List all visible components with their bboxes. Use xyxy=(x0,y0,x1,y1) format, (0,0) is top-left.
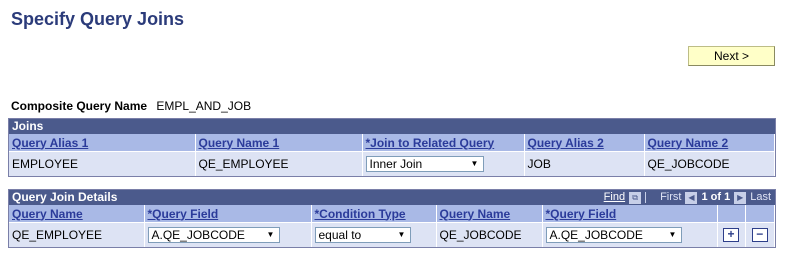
header-query-alias-1[interactable]: Query Alias 1 xyxy=(9,134,196,152)
arrow-right-icon[interactable]: ▶ xyxy=(734,191,747,204)
join-details-grid: Query Join Details Find ⧉ First ◀ 1 of 1… xyxy=(8,189,776,248)
row-count: 1 of 1 xyxy=(701,191,731,203)
header-query-field-2[interactable]: *Query Field xyxy=(542,205,718,223)
join-details-grid-title: Query Join Details Find ⧉ First ◀ 1 of 1… xyxy=(9,190,775,205)
nav-separator xyxy=(645,192,647,203)
header-remove xyxy=(745,205,775,223)
cell-name-2: QE_JOBCODE xyxy=(644,151,775,176)
query-field-1-value: A.QE_JOBCODE xyxy=(151,228,245,242)
joins-table: Query Alias 1 Query Name 1 *Join to Rela… xyxy=(9,134,775,176)
find-link[interactable]: Find xyxy=(604,190,625,205)
page-title: Specify Query Joins xyxy=(11,9,185,29)
next-button[interactable]: Next > xyxy=(688,46,775,66)
table-row: QE_EMPLOYEE A.QE_JOBCODE ▼ equal to ▼ QE… xyxy=(9,222,775,247)
chevron-down-icon: ▼ xyxy=(470,159,479,168)
header-query-name-2[interactable]: Query Name 2 xyxy=(644,134,775,152)
composite-query-name: Composite Query Name EMPL_AND_JOB xyxy=(11,99,251,113)
query-field-2-select[interactable]: A.QE_JOBCODE ▼ xyxy=(545,227,682,243)
cell-add: + xyxy=(717,222,746,247)
header-query-name-1[interactable]: Query Name 1 xyxy=(195,134,363,152)
first-label[interactable]: First xyxy=(660,190,681,205)
joins-grid: Joins Query Alias 1 Query Name 1 *Join t… xyxy=(8,118,776,177)
joins-header-row: Query Alias 1 Query Name 1 *Join to Rela… xyxy=(9,134,775,152)
cell-query-name-2: QE_JOBCODE xyxy=(436,222,543,247)
composite-query-value: EMPL_AND_JOB xyxy=(156,99,252,113)
view-all-icon[interactable]: ⧉ xyxy=(629,191,642,204)
grid-navigation: Find ⧉ First ◀ 1 of 1 ▶ Last xyxy=(604,190,771,205)
cell-query-field-2: A.QE_JOBCODE ▼ xyxy=(542,222,718,247)
header-query-alias-2[interactable]: Query Alias 2 xyxy=(524,134,645,152)
joins-grid-title: Joins xyxy=(9,119,775,134)
condition-type-value: equal to xyxy=(318,228,362,242)
composite-query-label: Composite Query Name xyxy=(11,99,148,113)
query-field-2-value: A.QE_JOBCODE xyxy=(549,228,643,242)
header-query-field[interactable]: *Query Field xyxy=(144,205,312,223)
cell-alias-1: EMPLOYEE xyxy=(9,151,196,176)
table-row: EMPLOYEE QE_EMPLOYEE Inner Join ▼ JOB QE… xyxy=(9,151,775,176)
last-label[interactable]: Last xyxy=(750,190,771,205)
cell-query-field-1: A.QE_JOBCODE ▼ xyxy=(144,222,312,247)
join-type-select[interactable]: Inner Join ▼ xyxy=(365,156,484,172)
header-condition-type[interactable]: *Condition Type xyxy=(311,205,437,223)
cell-name-1: QE_EMPLOYEE xyxy=(195,151,363,176)
header-query-name[interactable]: Query Name xyxy=(9,205,145,223)
chevron-down-icon: ▼ xyxy=(266,230,275,239)
join-type-value: Inner Join xyxy=(369,157,423,171)
join-details-title: Query Join Details xyxy=(12,190,118,204)
header-join-related-query[interactable]: *Join to Related Query xyxy=(362,134,525,152)
cell-alias-2: JOB xyxy=(524,151,645,176)
query-field-1-select[interactable]: A.QE_JOBCODE ▼ xyxy=(147,227,280,243)
arrow-left-icon[interactable]: ◀ xyxy=(685,191,698,204)
remove-row-icon[interactable]: − xyxy=(751,228,768,243)
header-query-name-2[interactable]: Query Name xyxy=(436,205,543,223)
cell-join-type: Inner Join ▼ xyxy=(362,151,525,176)
cell-query-name-1: QE_EMPLOYEE xyxy=(9,222,145,247)
chevron-down-icon: ▼ xyxy=(397,230,406,239)
join-details-table: Query Name *Query Field *Condition Type … xyxy=(9,205,775,247)
cell-condition-type: equal to ▼ xyxy=(311,222,437,247)
condition-type-select[interactable]: equal to ▼ xyxy=(314,227,411,243)
header-add xyxy=(717,205,746,223)
details-header-row: Query Name *Query Field *Condition Type … xyxy=(9,205,775,223)
chevron-down-icon: ▼ xyxy=(668,230,677,239)
add-row-icon[interactable]: + xyxy=(723,228,739,243)
cell-remove: − xyxy=(745,222,775,247)
